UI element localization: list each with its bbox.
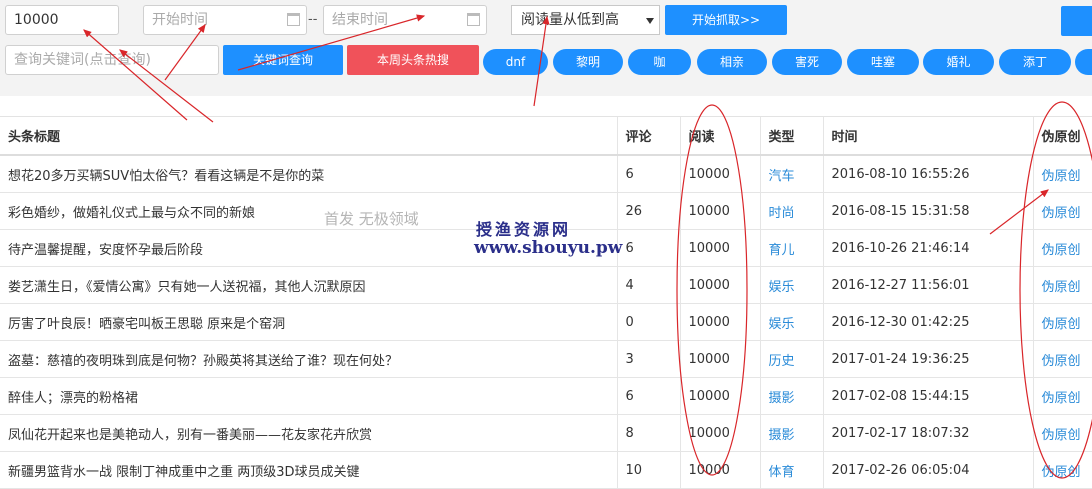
rewrite-link[interactable]: 伪原创 — [1032, 155, 1092, 193]
row-comments: 6 — [616, 229, 680, 267]
table-row: 盗墓：慈禧的夜明珠到底是何物？孙殿英将其送给了谁？现在何处？ 3 10000 历… — [0, 340, 1092, 378]
row-comments: 0 — [616, 303, 680, 341]
rewrite-link[interactable]: 伪原创 — [1032, 414, 1092, 452]
header-reads: 阅读 — [679, 116, 760, 156]
row-time: 2017-02-08 15:44:15 — [822, 377, 1033, 415]
header-type: 类型 — [759, 116, 823, 156]
hot-tag[interactable]: 相亲 — [697, 49, 767, 75]
watermark-url: www.shouyu.pw — [474, 238, 623, 258]
keyword-search-input[interactable]: 查询关键词(点击查询) — [5, 45, 219, 75]
rewrite-link[interactable]: 伪原创 — [1032, 340, 1092, 378]
row-reads: 10000 — [679, 303, 760, 341]
table-row: 醉佳人；漂亮的粉格裙 6 10000 摄影 2017-02-08 15:44:1… — [0, 377, 1092, 415]
table-row: 娄艺潇生日，《爱情公寓》只有她一人送祝福，其他人沉默原因 4 10000 娱乐 … — [0, 266, 1092, 304]
row-reads: 10000 — [679, 377, 760, 415]
sort-select[interactable]: 阅读量从低到高 — [511, 5, 660, 35]
start-time-input[interactable]: 开始时间 — [143, 5, 307, 35]
keyword-search-button[interactable]: 关键词查询 — [223, 45, 343, 75]
articles-table: 头条标题 评论 阅读 类型 时间 伪原创 想花20多万买辆SUV怕太俗气？看看这… — [0, 116, 1092, 489]
row-title: 凤仙花开起来也是美艳动人，别有一番美丽——花友家花卉欣赏 — [0, 414, 617, 452]
hot-tag[interactable]: 黎明 — [553, 49, 623, 75]
hot-tag[interactable]: 添丁 — [999, 49, 1071, 75]
header-comments: 评论 — [616, 116, 680, 156]
row-comments: 10 — [616, 451, 680, 489]
row-reads: 10000 — [679, 266, 760, 304]
row-title: 盗墓：慈禧的夜明珠到底是何物？孙殿英将其送给了谁？现在何处？ — [0, 340, 617, 378]
row-time: 2017-01-24 19:36:25 — [822, 340, 1033, 378]
end-time-input[interactable]: 结束时间 — [323, 5, 487, 35]
sort-selected-label: 阅读量从低到高 — [521, 12, 619, 28]
row-title: 厉害了叶良辰！晒豪宅叫板王思聪 原来是个窑洞 — [0, 303, 617, 341]
row-title: 新疆男篮背水一战 限制丁神成重中之重 两顶级3D球员成关键 — [0, 451, 617, 489]
calendar-icon[interactable] — [287, 13, 300, 26]
row-time: 2016-12-30 01:42:25 — [822, 303, 1033, 341]
table-row: 凤仙花开起来也是美艳动人，别有一番美丽——花友家花卉欣赏 8 10000 摄影 … — [0, 414, 1092, 452]
row-comments: 8 — [616, 414, 680, 452]
row-comments: 26 — [616, 192, 680, 230]
row-title: 想花20多万买辆SUV怕太俗气？看看这辆是不是你的菜 — [0, 155, 617, 193]
calendar-icon[interactable] — [467, 13, 480, 26]
filter-toolbar: 10000 开始时间 -- 结束时间 阅读量从低到高 开始抓取>> 查询关键词(… — [0, 0, 1092, 96]
row-reads: 10000 — [679, 414, 760, 452]
row-reads: 10000 — [679, 155, 760, 193]
hot-tag[interactable]: dnf — [483, 49, 548, 75]
row-type-link[interactable]: 汽车 — [759, 155, 823, 193]
hot-search-button[interactable]: 本周头条热搜 — [347, 45, 479, 75]
row-time: 2016-08-15 15:31:58 — [822, 192, 1033, 230]
row-time: 2016-08-10 16:55:26 — [822, 155, 1033, 193]
end-time-placeholder: 结束时间 — [332, 12, 388, 28]
row-type-link[interactable]: 时尚 — [759, 192, 823, 230]
hot-tag[interactable]: 婚礼 — [923, 49, 994, 75]
read-count-input[interactable]: 10000 — [5, 5, 119, 35]
header-time: 时间 — [822, 116, 1033, 156]
row-time: 2016-12-27 11:56:01 — [822, 266, 1033, 304]
keyword-placeholder: 查询关键词(点击查询) — [14, 52, 151, 68]
row-time: 2016-10-26 21:46:14 — [822, 229, 1033, 267]
rewrite-link[interactable]: 伪原创 — [1032, 266, 1092, 304]
row-type-link[interactable]: 体育 — [759, 451, 823, 489]
hot-tag[interactable]: 咖 — [628, 49, 691, 75]
row-type-link[interactable]: 历史 — [759, 340, 823, 378]
hot-tag[interactable]: 害死 — [772, 49, 842, 75]
row-type-link[interactable]: 娱乐 — [759, 266, 823, 304]
start-time-placeholder: 开始时间 — [152, 12, 208, 28]
hot-tag-overflow[interactable] — [1075, 49, 1092, 75]
row-reads: 10000 — [679, 229, 760, 267]
row-reads: 10000 — [679, 192, 760, 230]
rewrite-link[interactable]: 伪原创 — [1032, 303, 1092, 341]
table-row: 厉害了叶良辰！晒豪宅叫板王思聪 原来是个窑洞 0 10000 娱乐 2016-1… — [0, 303, 1092, 341]
hot-tag[interactable]: 哇塞 — [847, 49, 919, 75]
rewrite-link[interactable]: 伪原创 — [1032, 451, 1092, 489]
row-reads: 10000 — [679, 451, 760, 489]
rewrite-link[interactable]: 伪原创 — [1032, 192, 1092, 230]
header-action: 伪原创 — [1032, 116, 1092, 156]
row-comments: 4 — [616, 266, 680, 304]
row-comments: 6 — [616, 155, 680, 193]
rewrite-link[interactable]: 伪原创 — [1032, 377, 1092, 415]
row-type-link[interactable]: 摄影 — [759, 377, 823, 415]
row-time: 2017-02-17 18:07:32 — [822, 414, 1033, 452]
table-header-row: 头条标题 评论 阅读 类型 时间 伪原创 — [0, 116, 1092, 156]
table-row: 新疆男篮背水一战 限制丁神成重中之重 两顶级3D球员成关键 10 10000 体… — [0, 451, 1092, 489]
row-comments: 3 — [616, 340, 680, 378]
row-title: 娄艺潇生日，《爱情公寓》只有她一人送祝福，其他人沉默原因 — [0, 266, 617, 304]
row-title: 醉佳人；漂亮的粉格裙 — [0, 377, 617, 415]
extra-button[interactable] — [1061, 6, 1092, 36]
time-separator: -- — [308, 12, 318, 27]
rewrite-link[interactable]: 伪原创 — [1032, 229, 1092, 267]
watermark-text: 首发 无极领域 — [324, 210, 419, 228]
row-type-link[interactable]: 娱乐 — [759, 303, 823, 341]
watermark-logo: 授渔资源网 — [476, 220, 572, 239]
row-type-link[interactable]: 育儿 — [759, 229, 823, 267]
header-title: 头条标题 — [0, 116, 617, 156]
fetch-button[interactable]: 开始抓取>> — [665, 5, 787, 35]
row-comments: 6 — [616, 377, 680, 415]
row-type-link[interactable]: 摄影 — [759, 414, 823, 452]
row-reads: 10000 — [679, 340, 760, 378]
table-row: 想花20多万买辆SUV怕太俗气？看看这辆是不是你的菜 6 10000 汽车 20… — [0, 155, 1092, 193]
chevron-down-icon — [646, 18, 654, 24]
row-time: 2017-02-26 06:05:04 — [822, 451, 1033, 489]
